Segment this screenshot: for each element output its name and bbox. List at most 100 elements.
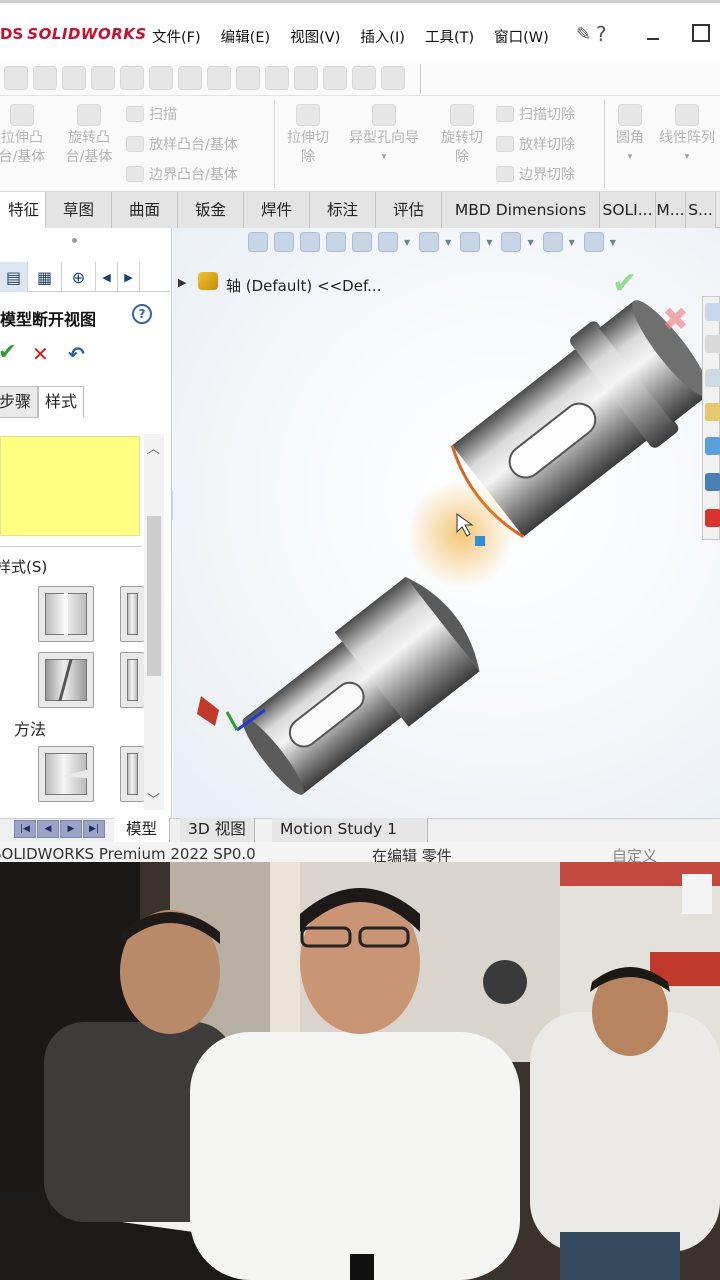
zoom-to-fit-icon[interactable]	[248, 232, 268, 252]
options-icon[interactable]	[265, 66, 289, 90]
view-orientation-icon[interactable]	[378, 232, 398, 252]
chevron-up-icon[interactable]: ︿	[147, 438, 160, 457]
check-icon[interactable]: ✔	[612, 266, 637, 301]
next-tab-icon[interactable]: ▶	[60, 820, 82, 838]
shaft-model[interactable]	[173, 228, 720, 818]
scrollbar-thumb[interactable]	[147, 516, 161, 676]
panel-scrollbar[interactable]: ︿ ﹀	[144, 434, 164, 810]
print-icon[interactable]	[91, 66, 115, 90]
zoom-to-area-icon[interactable]	[274, 232, 294, 252]
tab-mbd-dimensions[interactable]: MBD Dimensions	[442, 192, 600, 228]
sweep-button[interactable]: 扫描	[126, 104, 238, 124]
hide-show-items-icon[interactable]	[460, 232, 481, 252]
style-zigzag-button[interactable]	[38, 652, 94, 708]
tab-mbd[interactable]: M...	[656, 192, 686, 228]
tab-weldments[interactable]: 焊件	[244, 192, 310, 228]
previous-tab-icon[interactable]: ◀	[37, 820, 59, 838]
menu-insert[interactable]: 插入(I)	[360, 26, 405, 47]
feature-manager-tab[interactable]: ▤	[0, 262, 28, 292]
boundary-boss-button[interactable]: 边界凸台/基体	[126, 164, 238, 184]
extrude-boss-button[interactable]: 拉伸凸 台/基体	[0, 104, 52, 167]
select-icon[interactable]	[178, 66, 202, 90]
appearances-icon[interactable]	[705, 437, 720, 455]
chevron-down-icon[interactable]: ▼	[486, 238, 492, 247]
apply-scene-icon[interactable]	[542, 232, 563, 252]
design-library-icon[interactable]	[705, 369, 720, 387]
tab-markup[interactable]: 标注	[310, 192, 376, 228]
fillet-button[interactable]: 圆角 ▾	[608, 104, 652, 167]
loft-boss-button[interactable]: 放样凸台/基体	[126, 134, 238, 154]
help-icon[interactable]: ?	[596, 22, 607, 46]
view-settings-icon[interactable]	[583, 232, 604, 252]
chevron-left-icon[interactable]: ◀	[96, 262, 118, 292]
section-view-icon[interactable]	[326, 232, 346, 252]
hole-wizard-button[interactable]: 异型孔向导 ▾	[340, 104, 428, 167]
menu-view[interactable]: 视图(V)	[290, 26, 340, 47]
tab-surfaces[interactable]: 曲面	[112, 192, 178, 228]
file-properties-icon[interactable]	[236, 66, 260, 90]
sweep-cut-button[interactable]: 扫描切除	[496, 104, 575, 124]
last-tab-icon[interactable]: ▶|	[83, 820, 105, 838]
extrude-cut-button[interactable]: 拉伸切 除	[280, 104, 336, 167]
close-icon[interactable]: ✖	[662, 300, 689, 338]
grid-icon[interactable]	[381, 66, 405, 90]
rebuild-icon[interactable]	[207, 66, 231, 90]
custom-properties-icon[interactable]	[705, 473, 720, 491]
help-icon[interactable]: ?	[132, 304, 152, 324]
tab-motion-study[interactable]: Motion Study 1	[272, 818, 428, 842]
save-icon[interactable]	[62, 66, 86, 90]
chevron-down-icon[interactable]: ▼	[610, 238, 616, 247]
new-icon[interactable]	[4, 66, 28, 90]
chevron-right-icon[interactable]: ▶	[118, 262, 140, 292]
style-small-zigzag-button[interactable]	[120, 652, 144, 708]
first-tab-icon[interactable]: |◀	[14, 820, 36, 838]
tab-features[interactable]: 特征	[0, 192, 46, 228]
solidworks-logo[interactable]: DS SOLIDWORKS	[0, 22, 147, 46]
redo-icon[interactable]	[149, 66, 173, 90]
display-style-icon[interactable]	[419, 232, 440, 252]
configuration-manager-tab[interactable]: ⊕	[62, 262, 96, 292]
tab-3d-view[interactable]: 3D 视图	[180, 818, 255, 842]
stop-icon[interactable]	[352, 66, 376, 90]
chevron-down-icon[interactable]: ▼	[569, 238, 575, 247]
open-icon[interactable]	[33, 66, 57, 90]
tab-sketch[interactable]: 草图	[46, 192, 112, 228]
tree-expand-icon[interactable]: ▶	[178, 276, 186, 289]
resources-icon[interactable]	[705, 335, 720, 353]
ok-button[interactable]: ✔	[0, 340, 16, 365]
cancel-button[interactable]: ✕	[32, 342, 49, 366]
method-button-1[interactable]	[38, 746, 94, 802]
feature-tree-part-label[interactable]: 轴 (Default) <<Def...	[226, 275, 381, 296]
revolve-boss-button[interactable]: 旋转凸 台/基体	[58, 104, 120, 167]
edit-appearance-icon[interactable]	[501, 232, 522, 252]
maximize-button[interactable]	[692, 24, 710, 42]
undo-button[interactable]: ↶	[68, 342, 85, 366]
dynamic-annotation-icon[interactable]	[352, 232, 372, 252]
home-icon[interactable]	[705, 303, 720, 321]
style-straight-button[interactable]	[38, 586, 94, 642]
style-curved-button[interactable]	[120, 586, 144, 642]
method-button-2[interactable]	[120, 746, 144, 802]
tab-solidworks-addins[interactable]: SOLI...	[600, 192, 656, 228]
measure-icon[interactable]	[294, 66, 318, 90]
file-explorer-icon[interactable]	[705, 403, 720, 421]
undo-icon[interactable]	[120, 66, 144, 90]
panel-grip[interactable]	[72, 238, 77, 243]
menu-tools[interactable]: 工具(T)	[425, 26, 474, 47]
linear-pattern-button[interactable]: 线性阵列 ▾	[654, 104, 720, 167]
mass-properties-icon[interactable]	[323, 66, 347, 90]
tab-steps[interactable]: 步骤	[0, 386, 39, 418]
tab-sheet-metal[interactable]: 钣金	[178, 192, 244, 228]
pin-icon[interactable]: ✎	[576, 24, 591, 45]
solidworks-forum-icon[interactable]	[705, 509, 720, 527]
chevron-down-icon[interactable]: ▾	[608, 148, 652, 167]
chevron-down-icon[interactable]: ▼	[404, 238, 410, 247]
chevron-down-icon[interactable]: ▾	[654, 148, 720, 167]
loft-cut-button[interactable]: 放样切除	[496, 134, 575, 154]
tab-simulation[interactable]: S...	[686, 192, 716, 228]
chevron-down-icon[interactable]: ▾	[340, 148, 428, 167]
previous-view-icon[interactable]	[300, 232, 320, 252]
tab-model[interactable]: 模型	[114, 818, 171, 842]
minimize-button[interactable]	[644, 24, 662, 44]
chevron-down-icon[interactable]: ▼	[445, 238, 451, 247]
